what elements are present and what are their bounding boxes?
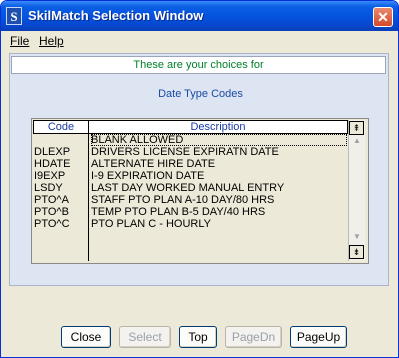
list-row[interactable]: HDATE ALTERNATE HIRE DATE	[32, 158, 348, 170]
menu-help[interactable]: Help	[39, 34, 64, 48]
row-code: LSDY	[34, 182, 63, 194]
pageup-button[interactable]: PageUp	[290, 326, 347, 348]
menu-file-label: File	[10, 34, 30, 48]
row-code: I9EXP	[34, 170, 66, 182]
close-button[interactable]: Close	[61, 326, 111, 348]
list-row[interactable]: LSDY LAST DAY WORKED MANUAL ENTRY	[32, 182, 348, 194]
list-subtitle: Date Type Codes	[158, 88, 243, 100]
row-description: TEMP PTO PLAN B-5 DAY/40 HRS	[91, 206, 266, 218]
row-code: DLEXP	[34, 146, 71, 158]
row-description: BLANK ALLOWED	[91, 134, 347, 146]
row-code: HDATE	[34, 158, 71, 170]
pagedn-button[interactable]: PageDn	[225, 326, 282, 348]
list-row[interactable]: I9EXP I-9 EXPIRATION DATE	[32, 170, 348, 182]
app-icon: S	[6, 7, 22, 25]
select-button[interactable]: Select	[119, 326, 171, 348]
list-row[interactable]: PTO^C PTO PLAN C - HOURLY	[32, 218, 348, 230]
list-rows: BLANK ALLOWED DLEXP DRIVERS LICENSE EXPI…	[32, 134, 348, 230]
column-header-description[interactable]: Description	[88, 120, 348, 134]
scroll-bottom-button[interactable]: ⇟	[349, 245, 364, 259]
row-description: PTO PLAN C - HOURLY	[91, 218, 212, 230]
selection-window: S SkilMatch Selection Window ✕ File Help…	[0, 0, 399, 358]
title-bar[interactable]: S SkilMatch Selection Window ✕	[1, 1, 398, 31]
scroll-down-arrow-icon[interactable]: ▼	[351, 232, 363, 241]
window-close-button[interactable]: ✕	[373, 7, 393, 27]
list-row[interactable]: PTO^B TEMP PTO PLAN B-5 DAY/40 HRS	[32, 206, 348, 218]
row-description: ALTERNATE HIRE DATE	[91, 158, 216, 170]
scroll-up-arrow-icon[interactable]: ▲	[351, 136, 363, 145]
row-code: PTO^B	[34, 206, 69, 218]
choices-header: These are your choices for	[11, 56, 386, 74]
row-description: STAFF PTO PLAN A-10 DAY/80 HRS	[91, 194, 275, 206]
list-row[interactable]: DLEXP DRIVERS LICENSE EXPIRATN DATE	[32, 146, 348, 158]
menu-help-label: Help	[39, 34, 64, 48]
window-title: SkilMatch Selection Window	[28, 8, 204, 23]
row-description: DRIVERS LICENSE EXPIRATN DATE	[91, 146, 279, 158]
row-code: PTO^C	[34, 218, 70, 230]
scroll-top-button[interactable]: ⇞	[349, 121, 364, 135]
column-header-code[interactable]: Code	[33, 120, 89, 134]
top-button[interactable]: Top	[179, 326, 217, 348]
menu-bar: File Help	[1, 31, 398, 50]
menu-file[interactable]: File	[10, 34, 29, 48]
row-description: I-9 EXPIRATION DATE	[91, 170, 205, 182]
row-description: LAST DAY WORKED MANUAL ENTRY	[91, 182, 285, 194]
list-row[interactable]: BLANK ALLOWED	[32, 134, 348, 146]
list-row[interactable]: PTO^A STAFF PTO PLAN A-10 DAY/80 HRS	[32, 194, 348, 206]
row-code: PTO^A	[34, 194, 69, 206]
